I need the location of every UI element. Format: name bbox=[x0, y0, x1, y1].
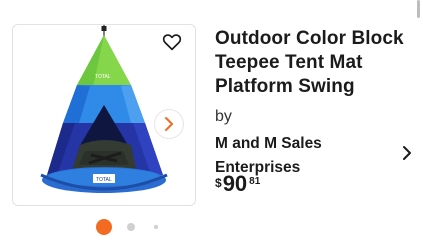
price-currency: $ bbox=[215, 176, 222, 190]
heart-outline-icon[interactable] bbox=[162, 33, 182, 51]
price-cents: 81 bbox=[249, 176, 261, 187]
svg-text:TOTAL: TOTAL bbox=[95, 74, 111, 80]
next-image-button[interactable] bbox=[154, 109, 184, 139]
scrollbar-thumb[interactable] bbox=[417, 0, 420, 18]
carousel-pagination bbox=[96, 219, 166, 235]
price-whole: 90 bbox=[222, 171, 248, 196]
carousel-dot[interactable] bbox=[154, 225, 158, 229]
chevron-right-icon bbox=[165, 117, 173, 131]
carousel-dot[interactable] bbox=[127, 223, 135, 231]
svg-text:TOTAL: TOTAL bbox=[96, 177, 112, 183]
product-price: $ 90 81 bbox=[215, 172, 260, 198]
product-title[interactable]: Outdoor Color Block Teepee Tent Mat Plat… bbox=[215, 27, 415, 99]
by-label: by bbox=[215, 108, 232, 125]
carousel-dot-active[interactable] bbox=[96, 219, 112, 235]
chevron-right-icon[interactable] bbox=[400, 144, 414, 162]
